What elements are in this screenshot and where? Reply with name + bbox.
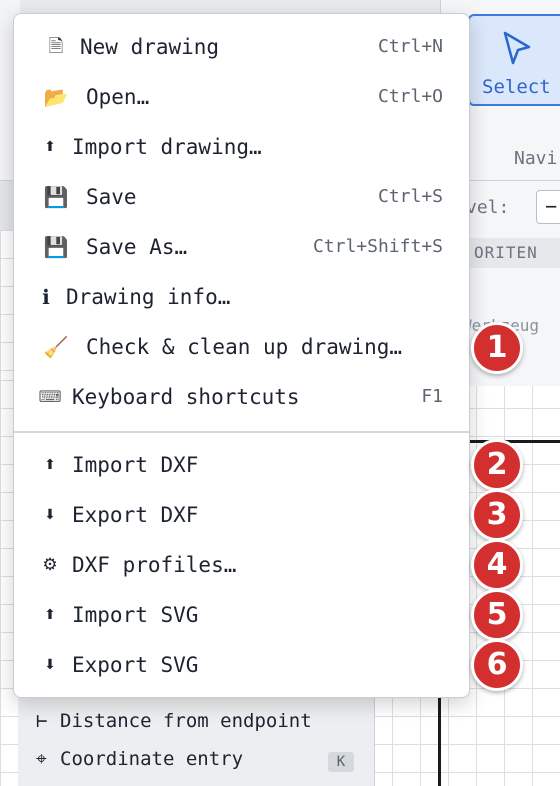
menu-item-shortcut: Ctrl+Shift+S [312,236,443,257]
export-icon: ⬇ [44,657,56,673]
menu-item-export-svg[interactable]: ⬇ Export SVG [14,641,471,689]
menu-item-label: New drawing [80,35,220,59]
menu-item-label: Export SVG [72,653,199,677]
import-icon: ⬆ [44,457,56,473]
coordinate-entry-item[interactable]: ⌖ Coordinate entry [36,748,243,770]
menu-item-check-clean-up[interactable]: 🧹 Check & clean up drawing… [14,323,471,371]
document-icon: 🗎 [48,36,64,57]
menu-item-import-dxf[interactable]: ⬆ Import DXF [14,441,471,489]
menu-item-keyboard-shortcuts[interactable]: ⌨ Keyboard shortcuts F1 [14,373,471,421]
save-as-icon: 💾 [43,235,69,259]
menu-item-save-as[interactable]: 💾 Save As… Ctrl+Shift+S [14,223,471,271]
ctx-item-label: Coordinate entry [60,748,244,770]
level-label: vel: [466,197,510,218]
tab-navigate[interactable]: Navi [514,148,557,169]
marker-5: 5 [471,589,523,641]
menu-item-label: Save As… [86,235,188,259]
menu-item-open[interactable]: 📂 Open… Ctrl+O [14,73,471,121]
menu-item-shortcut: Ctrl+O [377,86,443,107]
menu-item-import-drawing[interactable]: ⬆ Import drawing… [14,123,471,171]
save-icon: 💾 [43,185,69,209]
level-decrease-button[interactable]: − [536,190,560,224]
menu-item-export-dxf[interactable]: ⬇ Export DXF [14,491,471,539]
menu-item-label: Import DXF [72,453,199,477]
menu-item-label: Keyboard shortcuts [72,385,300,409]
select-tool-label: Select [482,76,551,98]
marker-1: 1 [471,322,523,374]
menu-item-shortcut: Ctrl+N [377,36,443,57]
menu-item-label: Export DXF [72,503,199,527]
crosshair-icon: ⌖ [36,748,47,770]
import-icon: ⬆ [44,607,56,623]
menu-item-new-drawing[interactable]: 🗎 New drawing Ctrl+N [14,23,471,71]
gear-icon: ⚙ [42,555,58,575]
context-panel: ⊢ Distance from endpoint ⌖ Coordinate entr… [18,690,375,786]
menu-item-shortcut: F1 [421,386,443,407]
distance-icon: ⊢ [36,710,48,732]
menu-item-label: Import drawing… [72,135,262,159]
export-icon: ⬇ [44,507,56,523]
menu-item-label: Drawing info… [66,285,231,309]
broom-icon: 🧹 [43,335,69,359]
menu-item-import-svg[interactable]: ⬆ Import SVG [14,591,471,639]
menu-item-save[interactable]: 💾 Save Ctrl+S [14,173,471,221]
menu-item-label: Open… [86,85,150,109]
marker-6: 6 [471,639,523,691]
cursor-arrow-icon [503,31,531,65]
file-menu: 🗎 New drawing Ctrl+N 📂 Open… Ctrl+O ⬆ Im… [13,13,470,698]
marker-3: 3 [471,489,523,541]
ctx-item-label: Distance from endpoint [60,710,312,732]
select-tool-button[interactable]: Select [468,14,560,106]
folder-open-icon: 📂 [43,85,69,109]
keyboard-icon: ⌨ [38,387,62,406]
shortcut-key-badge: K [328,752,354,772]
menu-item-dxf-profiles[interactable]: ⚙ DXF profiles… [14,541,471,589]
menu-item-label: Import SVG [72,603,199,627]
menu-item-shortcut: Ctrl+S [377,186,443,207]
marker-4: 4 [471,539,523,591]
import-icon: ⬆ [44,139,56,155]
menu-item-label: DXF profiles… [72,553,237,577]
menu-item-label: Check & clean up drawing… [86,335,403,359]
menu-divider [14,431,469,433]
info-icon: ℹ [42,285,50,309]
marker-2: 2 [471,439,523,491]
distance-from-endpoint-item[interactable]: ⊢ Distance from endpoint [36,710,312,732]
menu-item-label: Save [86,185,137,209]
menu-item-drawing-info[interactable]: ℹ Drawing info… [14,273,471,321]
